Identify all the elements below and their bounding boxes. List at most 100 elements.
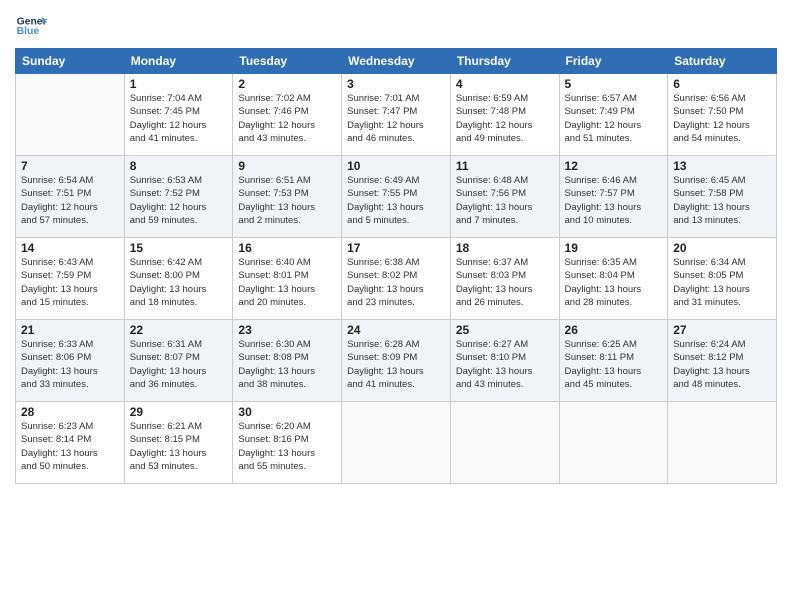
calendar-cell: 13Sunrise: 6:45 AM Sunset: 7:58 PM Dayli… — [668, 156, 777, 238]
day-info: Sunrise: 6:42 AM Sunset: 8:00 PM Dayligh… — [130, 256, 228, 309]
day-number: 19 — [565, 241, 663, 255]
calendar-week-row: 1Sunrise: 7:04 AM Sunset: 7:45 PM Daylig… — [16, 74, 777, 156]
day-number: 5 — [565, 77, 663, 91]
day-number: 3 — [347, 77, 445, 91]
day-number: 21 — [21, 323, 119, 337]
calendar-cell: 22Sunrise: 6:31 AM Sunset: 8:07 PM Dayli… — [124, 320, 233, 402]
day-number: 2 — [238, 77, 336, 91]
calendar-cell: 3Sunrise: 7:01 AM Sunset: 7:47 PM Daylig… — [342, 74, 451, 156]
calendar-week-row: 21Sunrise: 6:33 AM Sunset: 8:06 PM Dayli… — [16, 320, 777, 402]
day-info: Sunrise: 6:48 AM Sunset: 7:56 PM Dayligh… — [456, 174, 554, 227]
calendar-cell: 21Sunrise: 6:33 AM Sunset: 8:06 PM Dayli… — [16, 320, 125, 402]
calendar-cell: 16Sunrise: 6:40 AM Sunset: 8:01 PM Dayli… — [233, 238, 342, 320]
logo: General Blue — [15, 10, 47, 42]
calendar-cell: 1Sunrise: 7:04 AM Sunset: 7:45 PM Daylig… — [124, 74, 233, 156]
day-number: 25 — [456, 323, 554, 337]
day-info: Sunrise: 6:40 AM Sunset: 8:01 PM Dayligh… — [238, 256, 336, 309]
calendar-cell: 23Sunrise: 6:30 AM Sunset: 8:08 PM Dayli… — [233, 320, 342, 402]
day-info: Sunrise: 6:20 AM Sunset: 8:16 PM Dayligh… — [238, 420, 336, 473]
calendar-cell: 11Sunrise: 6:48 AM Sunset: 7:56 PM Dayli… — [450, 156, 559, 238]
calendar-cell: 6Sunrise: 6:56 AM Sunset: 7:50 PM Daylig… — [668, 74, 777, 156]
day-info: Sunrise: 6:27 AM Sunset: 8:10 PM Dayligh… — [456, 338, 554, 391]
day-number: 7 — [21, 159, 119, 173]
day-number: 1 — [130, 77, 228, 91]
day-number: 23 — [238, 323, 336, 337]
calendar-cell: 25Sunrise: 6:27 AM Sunset: 8:10 PM Dayli… — [450, 320, 559, 402]
calendar-cell — [342, 402, 451, 484]
header-thursday: Thursday — [450, 49, 559, 74]
header-sunday: Sunday — [16, 49, 125, 74]
day-number: 29 — [130, 405, 228, 419]
day-info: Sunrise: 6:30 AM Sunset: 8:08 PM Dayligh… — [238, 338, 336, 391]
calendar-cell: 2Sunrise: 7:02 AM Sunset: 7:46 PM Daylig… — [233, 74, 342, 156]
calendar-table: Sunday Monday Tuesday Wednesday Thursday… — [15, 48, 777, 484]
day-info: Sunrise: 6:53 AM Sunset: 7:52 PM Dayligh… — [130, 174, 228, 227]
day-info: Sunrise: 6:54 AM Sunset: 7:51 PM Dayligh… — [21, 174, 119, 227]
day-info: Sunrise: 6:31 AM Sunset: 8:07 PM Dayligh… — [130, 338, 228, 391]
calendar-cell: 18Sunrise: 6:37 AM Sunset: 8:03 PM Dayli… — [450, 238, 559, 320]
day-number: 30 — [238, 405, 336, 419]
calendar-cell: 7Sunrise: 6:54 AM Sunset: 7:51 PM Daylig… — [16, 156, 125, 238]
day-info: Sunrise: 7:02 AM Sunset: 7:46 PM Dayligh… — [238, 92, 336, 145]
day-number: 27 — [673, 323, 771, 337]
day-number: 28 — [21, 405, 119, 419]
day-info: Sunrise: 6:35 AM Sunset: 8:04 PM Dayligh… — [565, 256, 663, 309]
weekday-header-row: Sunday Monday Tuesday Wednesday Thursday… — [16, 49, 777, 74]
calendar-cell: 5Sunrise: 6:57 AM Sunset: 7:49 PM Daylig… — [559, 74, 668, 156]
day-info: Sunrise: 6:57 AM Sunset: 7:49 PM Dayligh… — [565, 92, 663, 145]
day-info: Sunrise: 6:56 AM Sunset: 7:50 PM Dayligh… — [673, 92, 771, 145]
calendar-cell: 17Sunrise: 6:38 AM Sunset: 8:02 PM Dayli… — [342, 238, 451, 320]
header-monday: Monday — [124, 49, 233, 74]
calendar-cell: 26Sunrise: 6:25 AM Sunset: 8:11 PM Dayli… — [559, 320, 668, 402]
calendar-cell: 14Sunrise: 6:43 AM Sunset: 7:59 PM Dayli… — [16, 238, 125, 320]
day-info: Sunrise: 6:33 AM Sunset: 8:06 PM Dayligh… — [21, 338, 119, 391]
day-info: Sunrise: 6:34 AM Sunset: 8:05 PM Dayligh… — [673, 256, 771, 309]
calendar-cell: 12Sunrise: 6:46 AM Sunset: 7:57 PM Dayli… — [559, 156, 668, 238]
day-info: Sunrise: 6:24 AM Sunset: 8:12 PM Dayligh… — [673, 338, 771, 391]
day-number: 24 — [347, 323, 445, 337]
day-number: 9 — [238, 159, 336, 173]
day-info: Sunrise: 6:43 AM Sunset: 7:59 PM Dayligh… — [21, 256, 119, 309]
day-info: Sunrise: 6:51 AM Sunset: 7:53 PM Dayligh… — [238, 174, 336, 227]
day-number: 11 — [456, 159, 554, 173]
day-number: 22 — [130, 323, 228, 337]
calendar-cell: 10Sunrise: 6:49 AM Sunset: 7:55 PM Dayli… — [342, 156, 451, 238]
day-number: 8 — [130, 159, 228, 173]
day-number: 26 — [565, 323, 663, 337]
calendar-week-row: 7Sunrise: 6:54 AM Sunset: 7:51 PM Daylig… — [16, 156, 777, 238]
day-info: Sunrise: 6:45 AM Sunset: 7:58 PM Dayligh… — [673, 174, 771, 227]
day-info: Sunrise: 6:59 AM Sunset: 7:48 PM Dayligh… — [456, 92, 554, 145]
day-info: Sunrise: 7:01 AM Sunset: 7:47 PM Dayligh… — [347, 92, 445, 145]
header-friday: Friday — [559, 49, 668, 74]
day-info: Sunrise: 6:38 AM Sunset: 8:02 PM Dayligh… — [347, 256, 445, 309]
calendar-cell: 15Sunrise: 6:42 AM Sunset: 8:00 PM Dayli… — [124, 238, 233, 320]
day-number: 18 — [456, 241, 554, 255]
calendar-cell — [559, 402, 668, 484]
day-info: Sunrise: 6:23 AM Sunset: 8:14 PM Dayligh… — [21, 420, 119, 473]
day-info: Sunrise: 6:37 AM Sunset: 8:03 PM Dayligh… — [456, 256, 554, 309]
calendar-cell: 30Sunrise: 6:20 AM Sunset: 8:16 PM Dayli… — [233, 402, 342, 484]
calendar-cell — [450, 402, 559, 484]
day-number: 16 — [238, 241, 336, 255]
calendar-cell: 8Sunrise: 6:53 AM Sunset: 7:52 PM Daylig… — [124, 156, 233, 238]
day-number: 13 — [673, 159, 771, 173]
day-info: Sunrise: 6:28 AM Sunset: 8:09 PM Dayligh… — [347, 338, 445, 391]
day-info: Sunrise: 6:49 AM Sunset: 7:55 PM Dayligh… — [347, 174, 445, 227]
calendar-cell: 24Sunrise: 6:28 AM Sunset: 8:09 PM Dayli… — [342, 320, 451, 402]
calendar-cell — [668, 402, 777, 484]
calendar-cell: 27Sunrise: 6:24 AM Sunset: 8:12 PM Dayli… — [668, 320, 777, 402]
calendar-cell: 29Sunrise: 6:21 AM Sunset: 8:15 PM Dayli… — [124, 402, 233, 484]
calendar-cell: 19Sunrise: 6:35 AM Sunset: 8:04 PM Dayli… — [559, 238, 668, 320]
header-saturday: Saturday — [668, 49, 777, 74]
logo-icon: General Blue — [15, 10, 47, 42]
day-number: 14 — [21, 241, 119, 255]
day-number: 15 — [130, 241, 228, 255]
calendar-week-row: 14Sunrise: 6:43 AM Sunset: 7:59 PM Dayli… — [16, 238, 777, 320]
day-number: 4 — [456, 77, 554, 91]
header-tuesday: Tuesday — [233, 49, 342, 74]
calendar-cell: 20Sunrise: 6:34 AM Sunset: 8:05 PM Dayli… — [668, 238, 777, 320]
calendar-cell — [16, 74, 125, 156]
day-number: 12 — [565, 159, 663, 173]
day-info: Sunrise: 7:04 AM Sunset: 7:45 PM Dayligh… — [130, 92, 228, 145]
page-header: General Blue — [15, 10, 777, 42]
